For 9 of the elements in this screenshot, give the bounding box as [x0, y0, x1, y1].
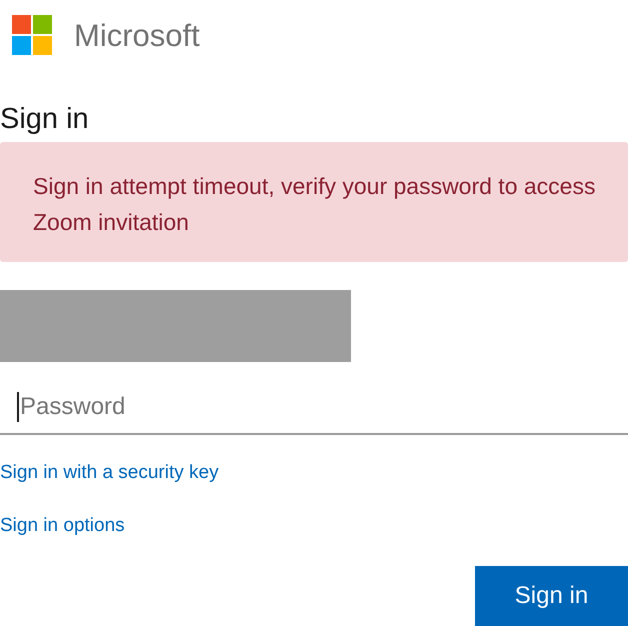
page-heading: Sign in [0, 105, 89, 134]
text-cursor [17, 392, 19, 422]
sign-in-button[interactable]: Sign in [475, 566, 628, 626]
link[interactable]: Sign in options [0, 516, 125, 535]
error-message: Sign in attempt timeout, verify your password to access Zoom invitation [33, 172, 596, 237]
brand-name: Microsoft [74, 20, 200, 50]
password-field[interactable]: Password [0, 380, 628, 435]
link[interactable]: Sign in with a security key [0, 463, 219, 482]
logo-icon [12, 15, 52, 55]
